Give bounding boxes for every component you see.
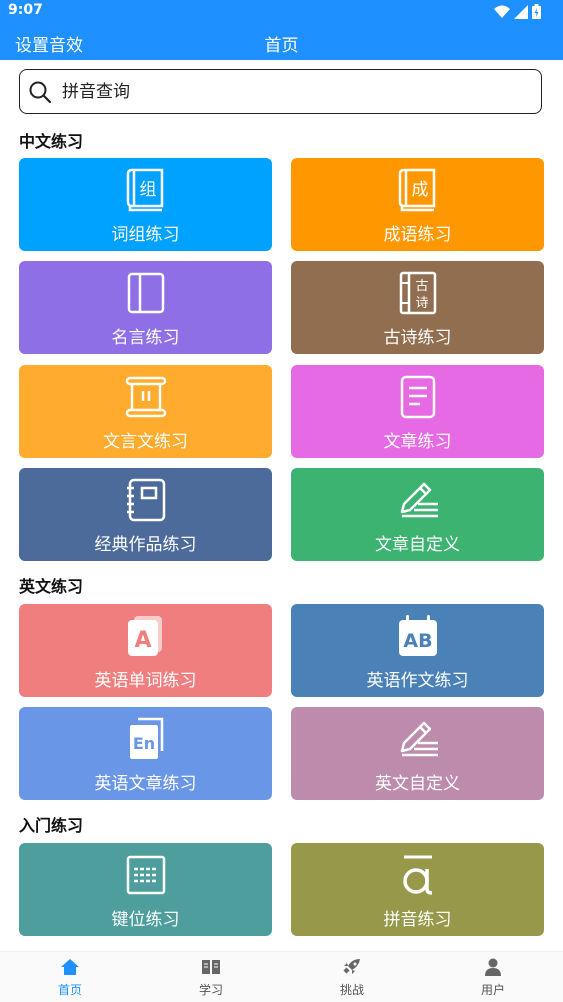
- card-label: 键位练习: [111, 910, 180, 930]
- document-icon: [400, 375, 435, 419]
- card-label: 经典作品练习: [94, 535, 197, 555]
- status-time: 9:07: [8, 2, 43, 18]
- svg-text:AB: AB: [403, 630, 432, 652]
- en-document-icon: En: [129, 717, 163, 759]
- signal-icon: [514, 4, 528, 19]
- battery-icon: [532, 4, 541, 19]
- section-intro-title: 入门练习: [19, 816, 84, 835]
- card-label: 名言练习: [111, 328, 180, 348]
- card-classic-works-practice[interactable]: 经典作品练习: [19, 468, 272, 561]
- book-zu-icon: 组: [126, 168, 163, 212]
- svg-text:组: 组: [139, 180, 156, 200]
- wifi-icon: [494, 5, 510, 18]
- home-icon: [61, 959, 79, 975]
- card-label: 文言文练习: [103, 432, 188, 452]
- svg-text:En: En: [132, 734, 154, 753]
- card-label: 词组练习: [111, 225, 180, 245]
- page-title: 首页: [264, 36, 299, 56]
- search-icon: [29, 81, 52, 103]
- keyboard-icon: [126, 855, 165, 895]
- card-article-practice[interactable]: 文章练习: [291, 365, 544, 458]
- tab-label: 学习: [198, 983, 223, 997]
- card-english-article-practice[interactable]: En 英语文章练习: [19, 707, 272, 800]
- ab-calendar-icon: AB: [398, 615, 437, 656]
- card-keyboard-practice[interactable]: 键位练习: [19, 843, 272, 936]
- card-label: 拼音练习: [383, 910, 452, 930]
- bottom-tab-bar: 首页 学习 挑战 用户: [0, 951, 563, 1002]
- poem-scroll-icon: 古 诗: [399, 271, 436, 315]
- rocket-icon: [343, 959, 360, 974]
- card-label: 成语练习: [383, 225, 452, 245]
- card-idiom-practice[interactable]: 成 成语练习: [291, 158, 544, 251]
- card-label: 英语作文练习: [366, 671, 469, 691]
- tab-user[interactable]: 用户: [423, 952, 563, 1002]
- card-english-custom[interactable]: 英文自定义: [291, 707, 544, 800]
- card-classical-chinese-practice[interactable]: 文言文练习: [19, 365, 272, 458]
- status-bar: 9:07: [0, 0, 563, 24]
- tab-label: 挑战: [339, 983, 364, 997]
- book-cheng-icon: 成: [398, 168, 435, 212]
- card-label: 文章练习: [383, 432, 452, 452]
- svg-text:A: A: [134, 628, 151, 653]
- panel-book-icon: [127, 272, 164, 314]
- card-label: 英文自定义: [375, 774, 460, 794]
- svg-text:古: 古: [415, 279, 428, 294]
- card-label: 古诗练习: [383, 328, 452, 348]
- card-phrase-practice[interactable]: 组 词组练习: [19, 158, 272, 251]
- pencil-lines-icon: [400, 721, 438, 757]
- svg-text:成: 成: [411, 180, 428, 200]
- card-ancient-poem-practice[interactable]: 古 诗 古诗练习: [291, 261, 544, 354]
- open-book-icon: [202, 960, 220, 974]
- tab-label: 用户: [480, 983, 505, 997]
- letter-a-card-icon: A: [127, 616, 162, 656]
- card-label: 英语单词练习: [94, 671, 197, 691]
- card-label: 文章自定义: [375, 535, 460, 555]
- tab-home[interactable]: 首页: [0, 952, 140, 1002]
- tab-study[interactable]: 学习: [141, 952, 281, 1002]
- card-quote-practice[interactable]: 名言练习: [19, 261, 272, 354]
- status-icons: [494, 4, 541, 19]
- card-english-composition-practice[interactable]: AB 英语作文练习: [291, 604, 544, 697]
- tab-challenge[interactable]: 挑战: [282, 952, 422, 1002]
- pencil-lines-icon: [400, 482, 438, 518]
- card-label: 英语文章练习: [94, 774, 197, 794]
- section-chinese-title: 中文练习: [19, 132, 84, 151]
- tab-label: 首页: [57, 983, 82, 997]
- app-bar: 设置音效 首页: [0, 24, 563, 60]
- pinyin-a-icon: [402, 855, 432, 895]
- svg-text:诗: 诗: [415, 296, 428, 311]
- scroll-icon: [125, 376, 166, 418]
- section-english-title: 英文练习: [19, 577, 84, 596]
- pinyin-search-box[interactable]: [19, 69, 542, 114]
- notebook-icon: [126, 478, 165, 522]
- card-english-word-practice[interactable]: A 英语单词练习: [19, 604, 272, 697]
- card-article-custom[interactable]: 文章自定义: [291, 468, 544, 561]
- pinyin-search-input[interactable]: [60, 80, 504, 103]
- user-icon: [485, 958, 501, 976]
- card-pinyin-practice[interactable]: 拼音练习: [291, 843, 544, 936]
